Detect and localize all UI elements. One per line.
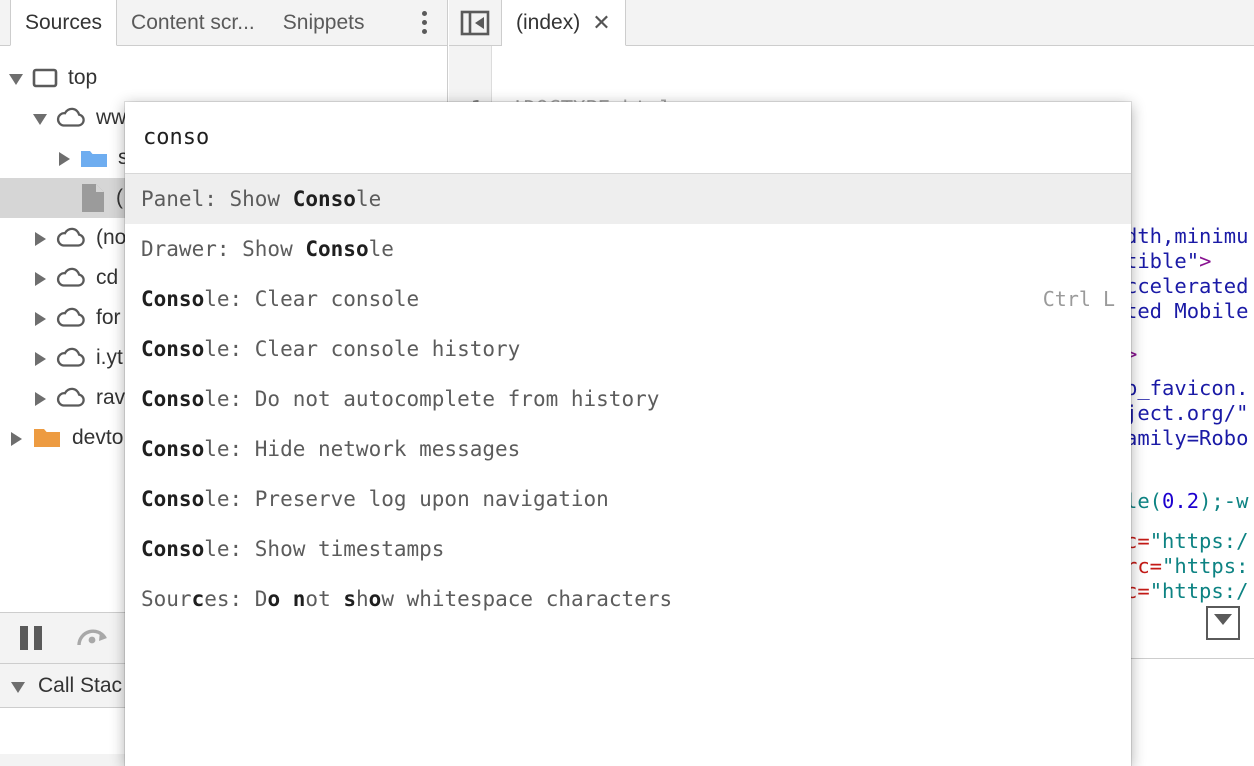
palette-item[interactable]: Panel: Show Console (125, 174, 1131, 224)
palette-item[interactable]: Sources: Do not show whitespace characte… (125, 574, 1131, 624)
more-dots (421, 11, 427, 34)
tree-item-label: rav (96, 386, 126, 409)
palette-item-label: Console: Clear console (141, 287, 420, 311)
tab-sources[interactable]: Sources (10, 0, 118, 46)
code-token: ject.org/" (1125, 401, 1249, 425)
code-token: dth,minimu (1125, 224, 1249, 248)
code-line: tible"> (1125, 249, 1211, 274)
palette-item-label: Console: Clear console history (141, 337, 521, 361)
palette-item-shortcut: Ctrl L (1042, 287, 1115, 311)
code-token: tible" (1125, 249, 1200, 273)
palette-item[interactable]: Console: Clear console history (125, 324, 1131, 374)
command-palette: Panel: Show Console Drawer: Show Console… (125, 102, 1131, 766)
caret-right-icon[interactable] (56, 148, 76, 168)
chevron-down-icon[interactable] (1206, 606, 1240, 640)
code-line: c="https:/ (1125, 579, 1248, 604)
caret-right-icon[interactable] (32, 348, 52, 368)
palette-item-label: Drawer: Show Console (141, 237, 394, 261)
code-token: amily=Robo (1125, 426, 1249, 450)
step-over-icon[interactable] (62, 613, 124, 663)
code-line: ject.org/" (1125, 401, 1248, 426)
code-line: ted Mobile (1125, 299, 1248, 324)
show-navigator-icon[interactable] (449, 0, 502, 45)
palette-item[interactable]: Drawer: Show Console (125, 224, 1131, 274)
palette-item-label: Console: Do not autocomplete from histor… (141, 387, 660, 411)
tab-snippets-label: Snippets (282, 10, 365, 34)
code-token: ted Mobile (1125, 299, 1249, 323)
devtools-window: Sources Content scr... Snippets top ww s… (0, 0, 1254, 766)
palette-item[interactable]: Console: Do not autocomplete from histor… (125, 374, 1131, 424)
editor-tab-label: (index) (516, 10, 581, 34)
folder-orange-icon (32, 425, 62, 451)
navigator-tabbar: Sources Content scr... Snippets (0, 0, 447, 46)
more-vertical-icon[interactable] (401, 0, 447, 45)
palette-item[interactable]: Console: Clear console Ctrl L (125, 274, 1131, 324)
code-token: "https:/ (1149, 579, 1249, 603)
tree-item-label: ( (116, 186, 123, 209)
code-token: "https:/ (1149, 529, 1249, 553)
palette-item-label: Sources: Do not show whitespace characte… (141, 587, 673, 611)
command-palette-input-row (125, 102, 1131, 174)
tree-item-label: ww (96, 106, 127, 129)
folder-blue-icon (80, 147, 108, 169)
code-token: p_favicon. (1125, 376, 1249, 400)
code-token: > (1199, 249, 1212, 273)
cloud-icon (56, 347, 86, 369)
tree-item-label: i.yt (96, 346, 123, 369)
close-icon[interactable]: ✕ (592, 11, 610, 34)
caret-right-icon[interactable] (32, 388, 52, 408)
code-token: );-w (1199, 489, 1249, 513)
palette-item[interactable]: Console: Preserve log upon navigation (125, 474, 1131, 524)
file-icon (80, 183, 106, 213)
cloud-icon (56, 267, 86, 289)
palette-item-label: Console: Hide network messages (141, 437, 521, 461)
cloud-icon (56, 227, 86, 249)
tree-item-label: devto (72, 426, 124, 449)
palette-item-label: Console: Preserve log upon navigation (141, 487, 609, 511)
cloud-icon (56, 387, 86, 409)
tree-item-label: top (68, 66, 98, 89)
caret-down-icon[interactable] (8, 68, 28, 88)
code-line: rc="https: (1125, 554, 1248, 579)
command-palette-list: Panel: Show Console Drawer: Show Console… (125, 174, 1131, 624)
tab-content-scripts[interactable]: Content scr... (117, 0, 269, 45)
tree-item-top[interactable]: top (0, 58, 447, 98)
caret-placeholder (56, 188, 76, 208)
tree-item-label: cd (96, 266, 119, 289)
caret-right-icon[interactable] (32, 308, 52, 328)
code-token: "https: (1162, 554, 1249, 578)
editor-tab-index[interactable]: (index) ✕ (502, 0, 626, 46)
frame-icon (32, 67, 58, 89)
tab-snippets[interactable]: Snippets (269, 0, 379, 45)
cloud-icon (56, 107, 86, 129)
palette-item-label: Panel: Show Console (141, 187, 382, 211)
caret-right-icon[interactable] (32, 228, 52, 248)
chevron-glyph (1214, 614, 1232, 625)
pause-glyph (20, 626, 42, 650)
tab-content-scripts-label: Content scr... (131, 10, 255, 34)
caret-right-icon[interactable] (8, 428, 28, 448)
tree-item-label: for (96, 306, 121, 329)
caret-down-icon[interactable] (32, 108, 52, 128)
code-line: p_favicon. (1125, 376, 1248, 401)
command-palette-input[interactable] (141, 124, 1115, 151)
code-line: c="https:/ (1125, 529, 1248, 554)
tree-item-label: (no (96, 226, 127, 249)
call-stack-label: Call Stac (38, 673, 123, 697)
palette-item[interactable]: Console: Hide network messages (125, 424, 1131, 474)
code-line: ccelerated (1125, 274, 1248, 299)
editor-tabbar: (index) ✕ (449, 0, 1254, 46)
caret-down-icon[interactable] (10, 675, 32, 697)
tab-sources-label: Sources (25, 10, 103, 34)
code-token: 0.2 (1162, 489, 1200, 513)
palette-item-label: Console: Show timestamps (141, 537, 445, 561)
palette-item[interactable]: Console: Show timestamps (125, 524, 1131, 574)
pause-icon[interactable] (0, 613, 62, 663)
cloud-icon (56, 307, 86, 329)
caret-right-icon[interactable] (32, 268, 52, 288)
code-line: dth,minimu (1125, 224, 1248, 249)
code-line: le(0.2);-w (1125, 489, 1248, 514)
code-line: amily=Robo (1125, 426, 1248, 451)
code-token: ccelerated (1125, 274, 1249, 298)
